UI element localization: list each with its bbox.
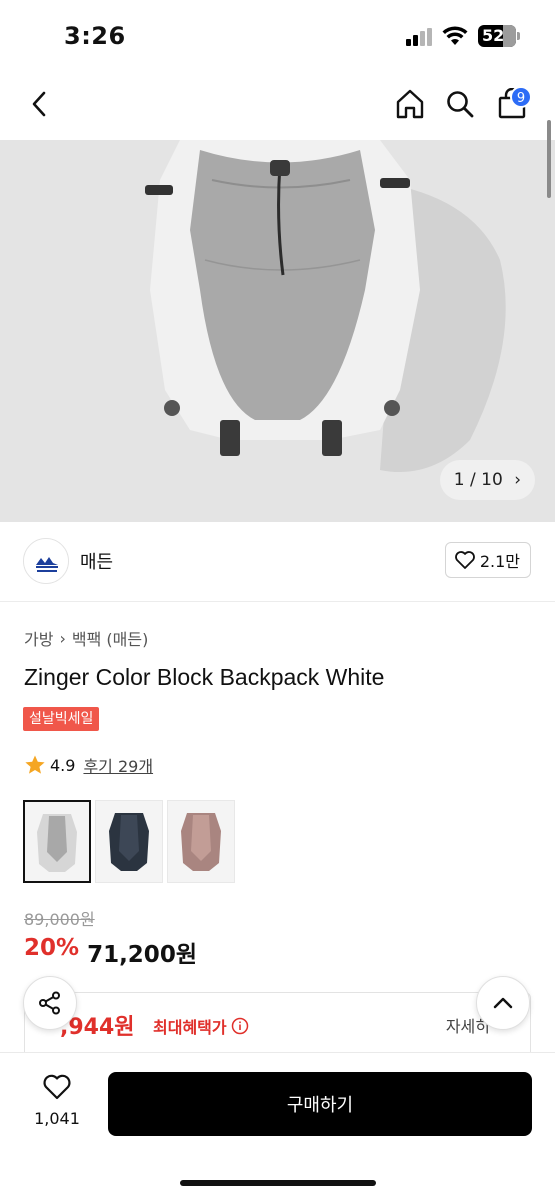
brand-name[interactable]: 매든 [80, 548, 113, 574]
color-option-pink[interactable] [167, 800, 235, 883]
battery-level: 52 [482, 26, 505, 45]
discount-rate: 20% [24, 935, 80, 961]
search-icon [447, 91, 474, 118]
backpack-white-thumbnail [25, 802, 89, 881]
product-image-carousel[interactable]: 1 / 10 › [0, 140, 555, 522]
brand-row: 매든 2.1만 [0, 522, 555, 602]
sale-price: 71,200원 [87, 942, 197, 968]
info-icon[interactable] [231, 1017, 249, 1035]
backpack-pink-thumbnail [168, 801, 234, 882]
bottom-action-bar: 1,041 구매하기 [0, 1052, 555, 1200]
max-benefit-label: 최대혜택가 [153, 1014, 249, 1038]
product-title: Zinger Color Block Backpack White [24, 664, 385, 690]
brand-like-button[interactable]: 2.1만 [444, 542, 531, 578]
status-bar: 3:26 52 [0, 0, 555, 70]
brand-like-count: 2.1만 [479, 552, 520, 571]
breadcrumb: 가방 › 백팩 (매든) [24, 626, 148, 650]
max-benefit-label-text: 최대혜택가 [153, 1018, 227, 1037]
image-counter-text: 1 / 10 [453, 470, 503, 490]
brand-logo-mark [24, 539, 68, 583]
breadcrumb-category[interactable]: 가방 [24, 626, 53, 650]
review-link[interactable]: 후기 29개 [83, 753, 153, 777]
brand-logo[interactable] [23, 538, 69, 584]
heart-icon [43, 1074, 71, 1100]
home-icon [396, 89, 424, 119]
top-navigation [0, 70, 555, 140]
wishlist-button[interactable]: 1,041 [30, 1073, 84, 1143]
wishlist-count: 1,041 [34, 1109, 80, 1128]
status-time: 3:26 [64, 22, 126, 50]
search-button[interactable] [440, 84, 480, 124]
color-options [23, 800, 235, 883]
battery-indicator: 52 [478, 25, 516, 47]
back-button[interactable] [20, 84, 60, 124]
backpack-navy-thumbnail [96, 801, 162, 882]
original-price: 89,000원 [24, 910, 95, 929]
star-icon [25, 755, 45, 774]
home-button[interactable] [390, 84, 430, 124]
scroll-indicator [547, 120, 551, 198]
image-counter[interactable]: 1 / 10 › [439, 460, 535, 500]
chevron-right-icon: › [59, 628, 66, 648]
share-button[interactable] [23, 976, 77, 1030]
rating-row: 4.9 후기 29개 [24, 753, 153, 777]
color-option-navy[interactable] [95, 800, 163, 883]
scroll-to-top-button[interactable] [476, 976, 530, 1030]
chevron-right-icon: › [514, 470, 521, 490]
chevron-up-icon [493, 997, 513, 1009]
price-row: 20% 71,200원 [24, 935, 197, 969]
cart-count-badge: 9 [510, 86, 532, 108]
breadcrumb-subcategory[interactable]: 백팩 (매든) [72, 626, 148, 650]
color-option-white[interactable] [23, 800, 91, 883]
share-icon [39, 991, 60, 1015]
rating-value: 4.9 [50, 755, 76, 775]
buy-button[interactable]: 구매하기 [108, 1072, 532, 1136]
wifi-icon [442, 26, 468, 45]
cellular-signal-icon [406, 28, 432, 46]
sale-tag: 설날빅세일 [23, 707, 100, 731]
home-indicator[interactable] [180, 1180, 376, 1186]
battery-tip [517, 32, 520, 40]
heart-icon [454, 551, 475, 569]
chevron-left-icon [32, 91, 46, 117]
